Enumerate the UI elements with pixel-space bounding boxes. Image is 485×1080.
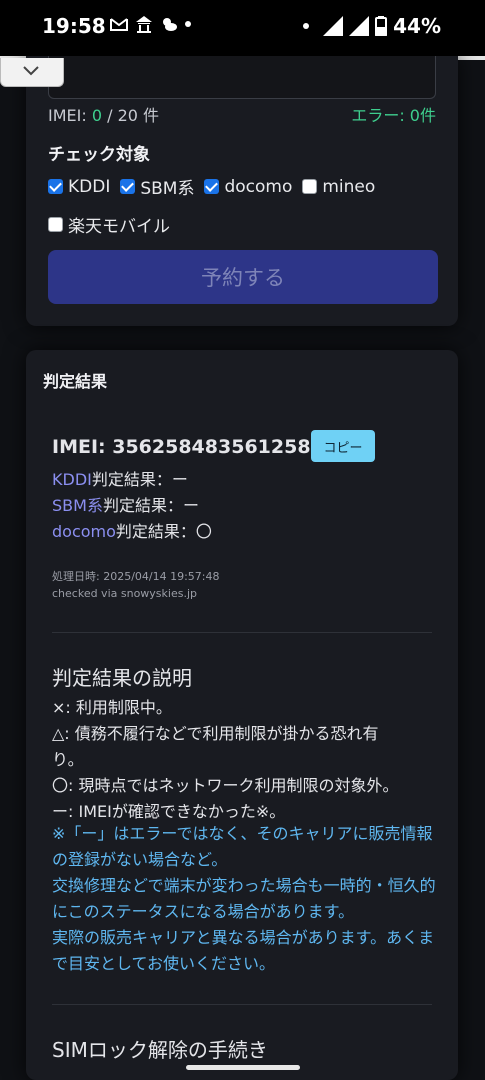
signal-icon (349, 16, 370, 36)
status-bar: 19:58 44% (0, 0, 485, 56)
result-value: 判定結果：〇 (115, 522, 212, 541)
wifi-icon (323, 16, 344, 36)
checkbox-label: mineo (322, 176, 376, 197)
checkbox-checked-icon[interactable] (120, 179, 136, 194)
imei-counter: IMEI: 0 / 20 件 (48, 106, 159, 125)
checkbox-label: KDDI (68, 176, 111, 197)
imei-counter-value: 0 (91, 106, 103, 125)
imei-textarea[interactable] (48, 56, 436, 99)
status-time: 19:58 (42, 14, 106, 38)
carrier-checkboxes: KDDI SBM系 docomo mineo (48, 174, 375, 199)
explanation-item: △: 債務不履行などで利用制限が掛かる恐れ有 (52, 724, 379, 743)
reserve-button[interactable]: 予約する (48, 250, 438, 304)
carrier-link[interactable]: docomo (52, 522, 116, 541)
explanation-item: ー: IMEIが確認できなかった※。 (52, 802, 286, 821)
error-counter: エラー: 0件 (351, 106, 436, 125)
sim-unlock-title: SIMロック解除の手続き (52, 1038, 268, 1062)
dot-icon (185, 21, 191, 27)
result-line-docomo: docomo判定結果：〇 (52, 518, 212, 542)
explanation-note: 交換修理などで端末が変わった場合も一時的・恒久的にこのステータスになる場合があり… (52, 876, 436, 921)
weather-icon (163, 18, 177, 31)
checkbox-mineo[interactable]: mineo (302, 177, 375, 197)
carrier-checkboxes-row2: 楽天モバイル (48, 212, 170, 237)
result-value: 判定結果：ー (102, 496, 199, 515)
checkbox-label: SBM系 (140, 179, 195, 199)
explanation-item: ×: 利用制限中。 (52, 698, 172, 717)
checkbox-label: 楽天モバイル (68, 217, 170, 237)
dot-icon (303, 23, 310, 29)
carrier-link[interactable]: SBM系 (52, 496, 103, 515)
result-value: 判定結果：ー (91, 470, 188, 489)
checkbox-rakuten[interactable]: 楽天モバイル (48, 212, 170, 237)
checkbox-kddi[interactable]: KDDI (48, 177, 110, 197)
checkbox-sbm[interactable]: SBM系 (120, 174, 194, 199)
copy-button[interactable]: コピー (311, 430, 375, 462)
result-imei: IMEI: 356258483561258 (52, 436, 311, 458)
explanation-title: 判定結果の説明 (52, 666, 192, 690)
checkbox-checked-icon[interactable] (204, 179, 220, 194)
checkbox-unchecked-icon[interactable] (302, 179, 318, 194)
system-icons: 44% (303, 14, 441, 38)
home-indicator[interactable] (186, 1065, 300, 1070)
temple-icon (136, 16, 152, 33)
battery-percent: 44% (393, 14, 441, 38)
carrier-link[interactable]: KDDI (52, 470, 92, 489)
processed-timestamp: 処理日時: 2025/04/14 19:57:48 (52, 570, 220, 583)
gmail-icon (110, 18, 128, 31)
checked-via: checked via snowyskies.jp (52, 587, 197, 600)
explanation-item: り。 (52, 750, 84, 769)
check-target-label: チェック対象 (48, 145, 150, 165)
checkbox-label: docomo (224, 176, 293, 197)
divider (52, 632, 432, 633)
result-line-kddi: KDDI判定結果：ー (52, 466, 188, 490)
notification-icons (110, 15, 191, 33)
collapse-toggle[interactable] (0, 58, 64, 87)
checkbox-unchecked-icon[interactable] (48, 217, 63, 232)
result-card: 判定結果 IMEI: 356258483561258 コピー KDDI判定結果：… (26, 350, 458, 1080)
explanation-item: 〇: 現時点ではネットワーク利用制限の対象外。 (52, 776, 399, 795)
imei-counter-total: / 20 件 (102, 106, 160, 125)
chevron-down-icon (23, 66, 39, 76)
explanation-note: 実際の販売キャリアと異なる場合があります。あくまで目安としてお使いください。 (52, 928, 435, 973)
result-line-sbm: SBM系判定結果：ー (52, 492, 199, 516)
checkbox-checked-icon[interactable] (48, 179, 63, 194)
checkbox-docomo[interactable]: docomo (204, 177, 292, 197)
input-card: IMEI: 0 / 20 件 エラー: 0件 チェック対象 KDDI SBM系 … (26, 56, 458, 326)
explanation-note: ※「ー」はエラーではなく、そのキャリアに販売情報の登録がない場合など。 (52, 824, 433, 869)
divider (52, 1004, 432, 1005)
imei-counter-label: IMEI: (48, 106, 92, 125)
battery-icon (375, 16, 388, 36)
counter-row: IMEI: 0 / 20 件 エラー: 0件 (48, 102, 436, 126)
result-section-title: 判定結果 (43, 372, 108, 391)
